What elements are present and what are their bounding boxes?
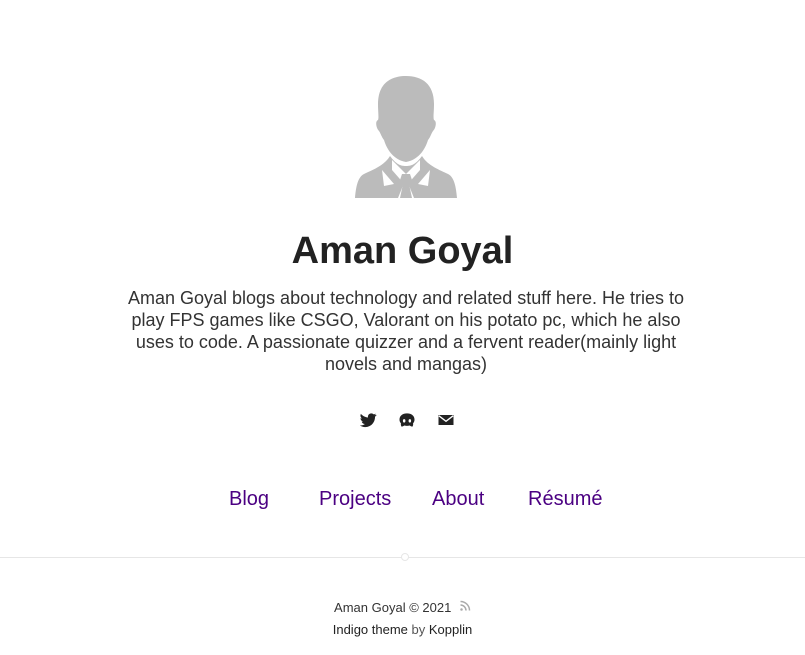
person-silhouette-icon bbox=[355, 76, 457, 198]
theme-link[interactable]: Indigo theme bbox=[333, 622, 408, 637]
email-icon bbox=[438, 415, 454, 425]
github-link[interactable] bbox=[397, 410, 417, 430]
nav-blog[interactable]: Blog bbox=[229, 486, 269, 512]
social-links bbox=[0, 410, 805, 432]
email-link[interactable] bbox=[436, 410, 456, 430]
rss-icon bbox=[460, 600, 471, 611]
main-nav: Blog Projects About Résumé bbox=[0, 486, 805, 512]
copyright-text: Aman Goyal © 2021 bbox=[334, 600, 452, 615]
page: Aman Goyal Aman Goyal blogs about techno… bbox=[0, 0, 805, 655]
nav-about[interactable]: About bbox=[432, 486, 484, 512]
author-link[interactable]: Kopplin bbox=[429, 622, 472, 637]
by-text: by bbox=[411, 622, 426, 637]
rss-link[interactable] bbox=[455, 600, 471, 615]
twitter-icon bbox=[359, 413, 377, 428]
twitter-link[interactable] bbox=[358, 410, 378, 430]
nav-resume[interactable]: Résumé bbox=[528, 486, 602, 512]
footer-copyright-line: Aman Goyal © 2021 bbox=[0, 598, 805, 618]
footer-credits: Indigo theme by Kopplin bbox=[0, 620, 805, 640]
profile-bio: Aman Goyal blogs about technology and re… bbox=[127, 288, 684, 374]
nav-projects[interactable]: Projects bbox=[319, 486, 391, 512]
divider-ornament bbox=[401, 553, 409, 561]
profile-name: Aman Goyal bbox=[291, 230, 514, 272]
github-icon bbox=[399, 413, 415, 427]
